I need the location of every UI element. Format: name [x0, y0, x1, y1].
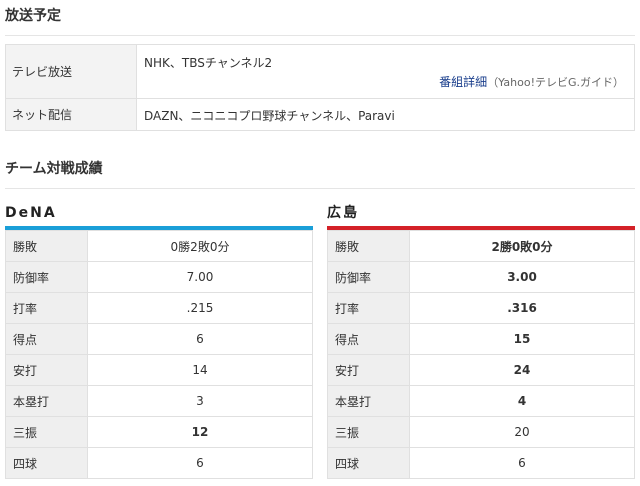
table-row: 本塁打 4: [327, 385, 635, 417]
program-detail: 番組詳細（Yahoo!テレビG.ガイド）: [439, 73, 624, 90]
table-row: 安打 14: [5, 354, 313, 386]
team-hiroshima-panel: 広島 勝敗 2勝0敗0分 防御率 3.00 打率 .316 得点 15 安打 24 本塁打 4 三振 20…: [327, 200, 635, 479]
table-row: 打率 .316: [327, 292, 635, 324]
stat-label: 打率: [327, 292, 410, 324]
stat-label: 本塁打: [5, 385, 88, 417]
net-label: ネット配信: [5, 98, 137, 131]
net-value: DAZN、ニコニコプロ野球チャンネル、Paravi: [136, 98, 635, 131]
table-row: 打率 .215: [5, 292, 313, 324]
stat-value: 4: [409, 385, 635, 417]
stat-label: 得点: [5, 323, 88, 355]
record-section-title: チーム対戦成績: [5, 159, 635, 189]
stat-label: 本塁打: [327, 385, 410, 417]
broadcast-section-title: 放送予定: [5, 6, 635, 36]
table-row: 得点 6: [5, 323, 313, 355]
stat-value: 12: [87, 416, 313, 448]
table-row: 三振 12: [5, 416, 313, 448]
stat-label: 勝敗: [5, 230, 88, 262]
stat-label: 四球: [5, 447, 88, 479]
table-row: 勝敗 0勝2敗0分: [5, 230, 313, 262]
stat-value: 6: [409, 447, 635, 479]
table-row: 安打 24: [327, 354, 635, 386]
stat-value: .316: [409, 292, 635, 324]
stat-label: 防御率: [5, 261, 88, 293]
stat-label: 四球: [327, 447, 410, 479]
stat-value: 15: [409, 323, 635, 355]
stat-value: 0勝2敗0分: [87, 230, 313, 262]
stat-label: 防御率: [327, 261, 410, 293]
stat-value: 14: [87, 354, 313, 386]
table-row: 防御率 7.00: [5, 261, 313, 293]
stat-value: 2勝0敗0分: [409, 230, 635, 262]
team-name: DeNA: [5, 205, 57, 221]
tv-label: テレビ放送: [5, 44, 137, 99]
table-row: 四球 6: [327, 447, 635, 479]
stat-value: 6: [87, 323, 313, 355]
team-dena-panel: DeNA 勝敗 0勝2敗0分 防御率 7.00 打率 .215 得点 6 安打 14 本塁打 3 三振 1…: [5, 200, 313, 479]
tv-value-cell: NHK、TBSチャンネル2 番組詳細（Yahoo!テレビG.ガイド）: [136, 44, 635, 99]
team-name: 広島: [327, 205, 359, 221]
stat-label: 安打: [327, 354, 410, 386]
stat-value: 24: [409, 354, 635, 386]
table-row: 三振 20: [327, 416, 635, 448]
stat-value: 6: [87, 447, 313, 479]
program-detail-source: （Yahoo!テレビG.ガイド）: [487, 76, 624, 89]
stat-label: 勝敗: [327, 230, 410, 262]
tv-channels: NHK、TBSチャンネル2: [144, 56, 273, 70]
stat-label: 三振: [5, 416, 88, 448]
broadcast-table: テレビ放送 NHK、TBSチャンネル2 番組詳細（Yahoo!テレビG.ガイド）…: [5, 44, 635, 131]
stat-label: 得点: [327, 323, 410, 355]
table-row: 勝敗 2勝0敗0分: [327, 230, 635, 262]
stat-value: 3.00: [409, 261, 635, 293]
stat-value: 20: [409, 416, 635, 448]
stat-label: 三振: [327, 416, 410, 448]
table-row: 本塁打 3: [5, 385, 313, 417]
table-row: 得点 15: [327, 323, 635, 355]
stat-label: 打率: [5, 292, 88, 324]
team-stats-table: 勝敗 2勝0敗0分 防御率 3.00 打率 .316 得点 15 安打 24 本塁打 4 三振 20 四球 6: [327, 230, 635, 479]
stat-value: .215: [87, 292, 313, 324]
program-detail-link[interactable]: 番組詳細: [439, 75, 487, 89]
broadcast-row-tv: テレビ放送 NHK、TBSチャンネル2 番組詳細（Yahoo!テレビG.ガイド）: [5, 44, 635, 99]
broadcast-row-net: ネット配信 DAZN、ニコニコプロ野球チャンネル、Paravi: [5, 98, 635, 131]
stat-label: 安打: [5, 354, 88, 386]
table-row: 防御率 3.00: [327, 261, 635, 293]
stat-value: 7.00: [87, 261, 313, 293]
table-row: 四球 6: [5, 447, 313, 479]
stat-value: 3: [87, 385, 313, 417]
team-stats-table: 勝敗 0勝2敗0分 防御率 7.00 打率 .215 得点 6 安打 14 本塁打 3 三振 12 四球 6: [5, 230, 313, 479]
